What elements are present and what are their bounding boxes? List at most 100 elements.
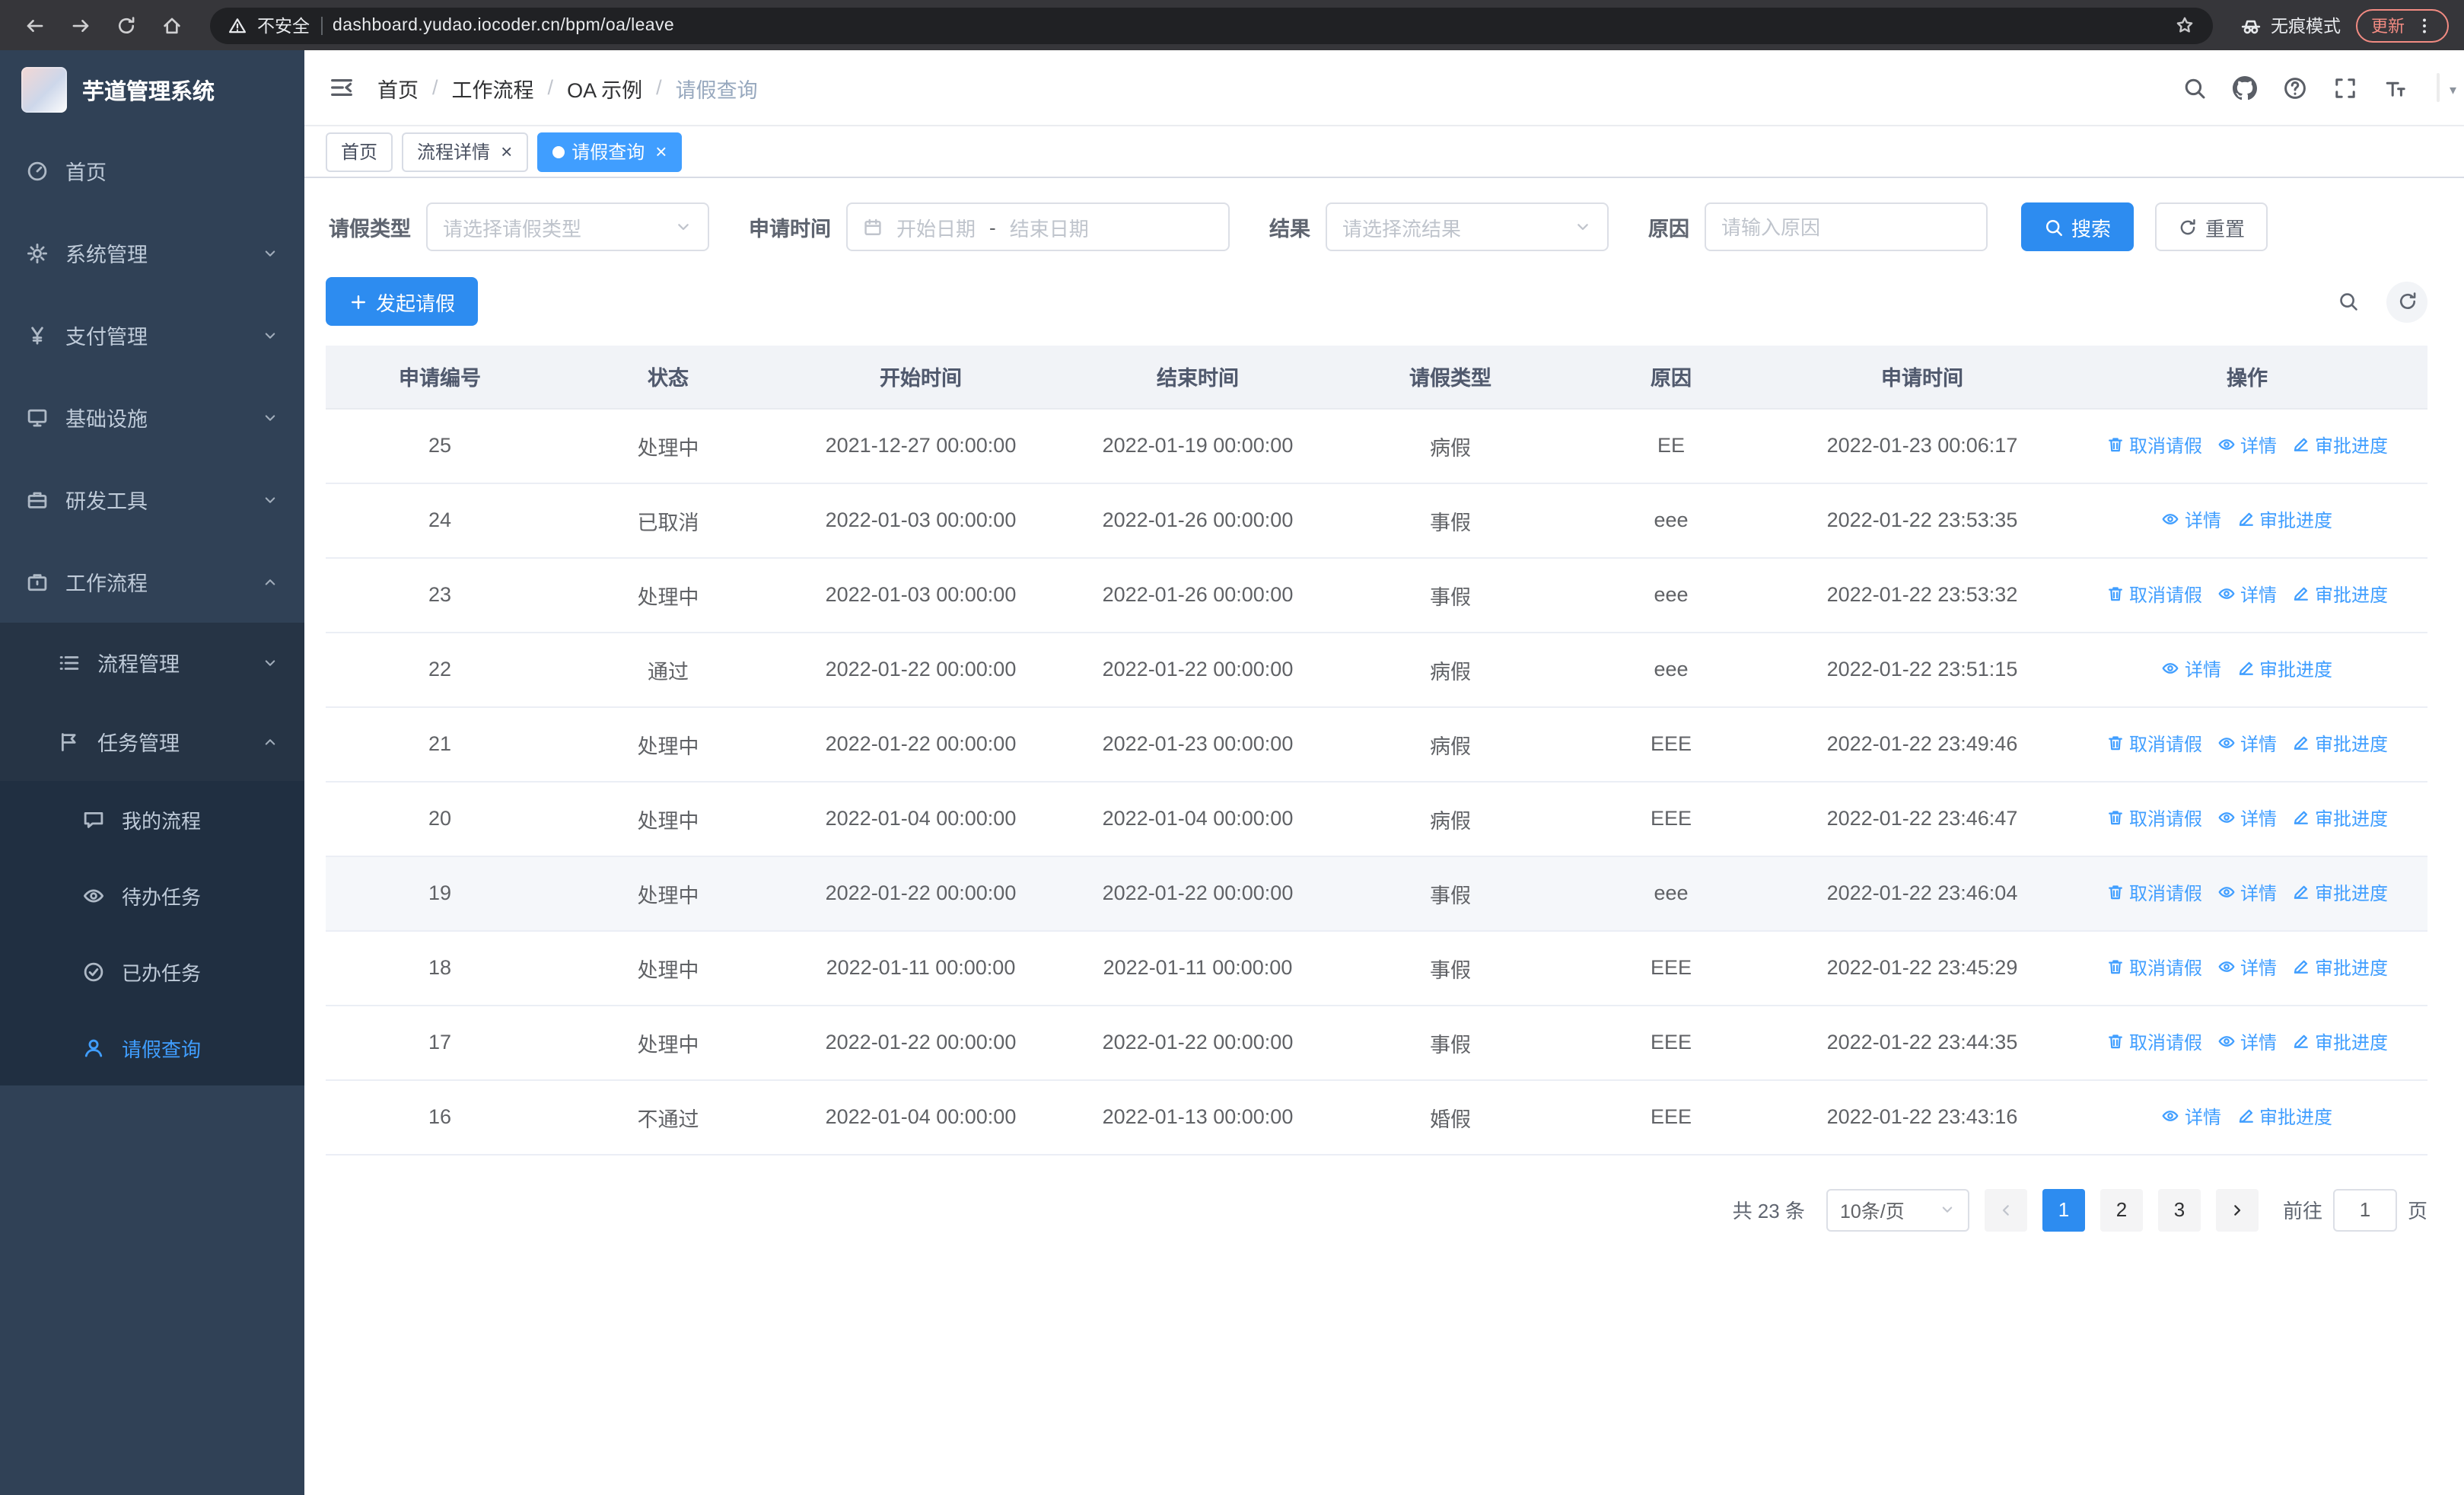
leave-type-select[interactable]: 请选择请假类型 — [426, 202, 709, 251]
page-button-3[interactable]: 3 — [2157, 1188, 2201, 1231]
cancel-action-link[interactable]: 取消请假 — [2106, 805, 2202, 831]
table-row[interactable]: 23 处理中 2022-01-03 00:00:00 2022-01-26 00:00… — [326, 557, 2427, 633]
url-bar[interactable]: 不安全 dashboard.yudao.iocoder.cn/bpm/oa/le… — [210, 7, 2213, 43]
detail-action-link[interactable]: 详情 — [2162, 656, 2221, 682]
tab-process-detail[interactable]: 流程详情 × — [402, 132, 528, 171]
cancel-action-link[interactable]: 取消请假 — [2106, 880, 2202, 906]
cancel-action-link[interactable]: 取消请假 — [2106, 432, 2202, 458]
detail-action-link[interactable]: 详情 — [2217, 1029, 2277, 1055]
breadcrumb-item[interactable]: 工作流程 — [452, 72, 534, 103]
browser-home-button[interactable] — [152, 5, 192, 45]
progress-action-link[interactable]: 审批进度 — [2292, 731, 2388, 757]
chat-icon — [84, 811, 103, 827]
tab-close-icon[interactable]: × — [655, 142, 667, 161]
user-avatar-wrap[interactable]: ▾ — [2437, 72, 2456, 101]
user-avatar[interactable] — [2437, 72, 2440, 101]
bookmark-star-icon[interactable] — [2175, 15, 2195, 35]
sidebar-collapse-button[interactable] — [329, 75, 355, 100]
sidebar-item-workflow[interactable]: 工作流程 — [0, 540, 304, 623]
progress-action-link[interactable]: 审批进度 — [2292, 1029, 2388, 1055]
sidebar-item-payment[interactable]: 支付管理 — [0, 294, 304, 376]
logo[interactable]: 芋道管理系统 — [0, 50, 304, 129]
table-row[interactable]: 25 处理中 2021-12-27 00:00:00 2022-01-19 00:00… — [326, 408, 2427, 483]
progress-action-link[interactable]: 审批进度 — [2292, 582, 2388, 607]
table-row[interactable]: 17 处理中 2022-01-22 00:00:00 2022-01-22 00:00… — [326, 1005, 2427, 1080]
toggle-search-button[interactable] — [2327, 281, 2368, 322]
chevron-right-icon — [2234, 1204, 2241, 1215]
detail-action-link[interactable]: 详情 — [2162, 1104, 2221, 1130]
progress-action-link[interactable]: 审批进度 — [2236, 656, 2332, 682]
search-button[interactable]: 搜索 — [2021, 202, 2135, 251]
browser-back-button[interactable] — [15, 5, 55, 45]
help-button[interactable] — [2283, 75, 2307, 100]
table-row[interactable]: 21 处理中 2022-01-22 00:00:00 2022-01-23 00:00… — [326, 706, 2427, 782]
browser-reload-button[interactable] — [107, 5, 146, 45]
header-search-button[interactable] — [2182, 75, 2207, 100]
browser-menu-icon[interactable] — [2415, 16, 2434, 34]
sidebar-item-leave-query[interactable]: 请假查询 — [0, 1009, 304, 1085]
cancel-action-link[interactable]: 取消请假 — [2106, 955, 2202, 980]
table-row[interactable]: 24 已取消 2022-01-03 00:00:00 2022-01-26 00:00… — [326, 483, 2427, 558]
progress-action-link[interactable]: 审批进度 — [2292, 805, 2388, 831]
progress-action-link[interactable]: 审批进度 — [2292, 880, 2388, 906]
prev-page-button[interactable] — [1984, 1188, 2027, 1231]
table-row[interactable]: 16 不通过 2022-01-04 00:00:00 2022-01-13 00:00… — [326, 1079, 2427, 1155]
detail-action-link[interactable]: 详情 — [2217, 805, 2277, 831]
tab-home[interactable]: 首页 — [326, 132, 393, 171]
page-button-2[interactable]: 2 — [2099, 1188, 2143, 1231]
cancel-action-link[interactable]: 取消请假 — [2106, 1029, 2202, 1055]
github-link-icon[interactable] — [2233, 75, 2257, 100]
table-row[interactable]: 19 处理中 2022-01-22 00:00:00 2022-01-22 00:00… — [326, 856, 2427, 931]
page-button-1[interactable]: 1 — [2042, 1188, 2085, 1231]
detail-action-link[interactable]: 详情 — [2162, 507, 2221, 533]
cancel-action-link[interactable]: 取消请假 — [2106, 731, 2202, 757]
url-text[interactable]: dashboard.yudao.iocoder.cn/bpm/oa/leave — [333, 16, 2164, 34]
page-size-chevron-slot — [1939, 1201, 1956, 1218]
fullscreen-button[interactable] — [2333, 75, 2357, 100]
sidebar-item-process-mgmt[interactable]: 流程管理 — [0, 623, 304, 702]
font-size-button[interactable] — [2383, 75, 2408, 100]
sidebar-item-my-process[interactable]: 我的流程 — [0, 781, 304, 857]
tab-close-icon[interactable]: × — [501, 142, 512, 161]
column-header: 原因 — [1565, 346, 1778, 409]
next-page-button[interactable] — [2215, 1188, 2259, 1231]
tab-label: 请假查询 — [571, 142, 645, 163]
create-leave-button[interactable]: 发起请假 — [326, 277, 479, 326]
sidebar-item-done-tasks[interactable]: 已办任务 — [0, 933, 304, 1009]
menu-arrow — [262, 327, 279, 343]
sidebar-item-home[interactable]: 首页 — [0, 129, 304, 212]
avatar-caret-icon[interactable]: ▾ — [2450, 81, 2456, 98]
detail-action-link[interactable]: 详情 — [2217, 582, 2277, 607]
progress-action-link[interactable]: 审批进度 — [2292, 432, 2388, 458]
progress-action-link[interactable]: 审批进度 — [2236, 507, 2332, 533]
breadcrumb-item[interactable]: 首页 — [377, 72, 419, 103]
table-row[interactable]: 18 处理中 2022-01-11 00:00:00 2022-01-11 00:00… — [326, 930, 2427, 1006]
reason-input[interactable] — [1706, 204, 1986, 250]
cancel-action-link[interactable]: 取消请假 — [2106, 582, 2202, 607]
breadcrumb-item[interactable]: OA 示例 — [567, 72, 642, 103]
tab-leave-query[interactable]: 请假查询 × — [536, 132, 683, 171]
result-select[interactable]: 请选择流结果 — [1326, 202, 1609, 251]
sidebar-item-devtools[interactable]: 研发工具 — [0, 458, 304, 540]
progress-action-link[interactable]: 审批进度 — [2236, 1104, 2332, 1130]
browser-update-button[interactable]: 更新 — [2356, 8, 2449, 42]
refresh-table-button[interactable] — [2386, 281, 2427, 322]
progress-action-link[interactable]: 审批进度 — [2292, 955, 2388, 980]
reset-button[interactable]: 重置 — [2155, 202, 2268, 251]
detail-action-link[interactable]: 详情 — [2217, 432, 2277, 458]
eye-icon — [2218, 439, 2235, 451]
apply-time-range-picker[interactable]: 开始日期 - 结束日期 — [846, 202, 1230, 251]
table-row[interactable]: 20 处理中 2022-01-04 00:00:00 2022-01-04 00:00… — [326, 781, 2427, 856]
sidebar-item-todo-tasks[interactable]: 待办任务 — [0, 857, 304, 933]
detail-action-link[interactable]: 详情 — [2217, 731, 2277, 757]
goto-page-input[interactable] — [2332, 1188, 2397, 1231]
edit-icon — [2238, 513, 2252, 527]
sidebar-item-system[interactable]: 系统管理 — [0, 212, 304, 294]
detail-action-link[interactable]: 详情 — [2217, 955, 2277, 980]
browser-forward-button[interactable] — [61, 5, 100, 45]
table-row[interactable]: 22 通过 2022-01-22 00:00:00 2022-01-22 00:00:… — [326, 632, 2427, 707]
sidebar-item-task-mgmt[interactable]: 任务管理 — [0, 702, 304, 781]
page-size-select[interactable]: 10条/页 — [1826, 1188, 1969, 1231]
sidebar-item-infra[interactable]: 基础设施 — [0, 376, 304, 458]
detail-action-link[interactable]: 详情 — [2217, 880, 2277, 906]
